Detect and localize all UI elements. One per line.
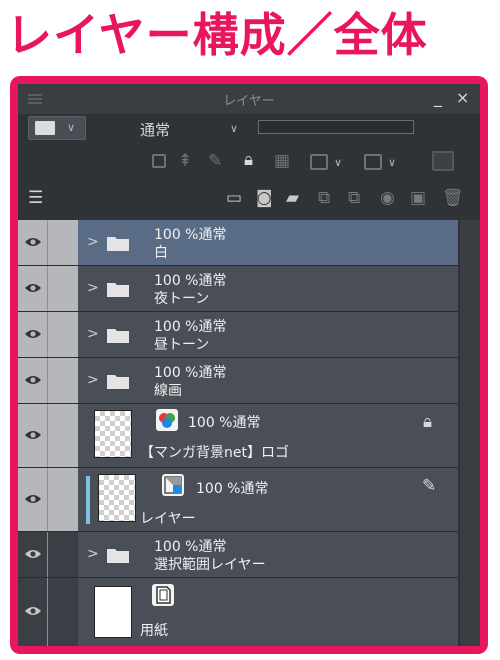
combine-lower-icon[interactable]: ⧉	[348, 188, 360, 208]
visibility-eye-icon[interactable]	[24, 605, 42, 617]
layer-row[interactable]: 100 %通常 【マンガ背景net】ロゴ 🔒︎	[18, 404, 458, 468]
layer-opacity-mode: 100 %通常	[188, 415, 261, 431]
layer-opacity-mode: 100 %通常	[154, 273, 227, 289]
expand-arrow-icon[interactable]: >	[87, 326, 99, 342]
layer-list: > 100 %通常 白 > 100 %通常 夜トーン > 100 %通常 昼トー…	[18, 220, 480, 646]
visibility-eye-icon[interactable]	[24, 493, 42, 505]
layer-name: 選択範囲レイヤー	[154, 557, 266, 573]
layer-row[interactable]: > 100 %通常 白	[18, 220, 458, 266]
chevron-down-icon: ∨	[67, 121, 76, 134]
layer-name: レイヤー	[140, 511, 196, 527]
draft-layer-icon[interactable]: ✎	[208, 151, 222, 171]
lock-transparent-icon[interactable]: ▦	[274, 151, 290, 171]
paper-layer-icon	[152, 584, 174, 606]
layer-name: 【マンガ背景net】ロゴ	[140, 445, 289, 461]
layer-color-dropdown[interactable]: ∨	[28, 116, 86, 140]
visibility-eye-icon[interactable]	[24, 236, 42, 248]
reference-layer-icon[interactable]: ⇞	[178, 151, 192, 171]
layer-name: 夜トーン	[154, 291, 210, 307]
layer-opacity-mode: 100 %通常	[154, 539, 227, 555]
visibility-eye-icon[interactable]	[24, 282, 42, 294]
layer-row[interactable]: 用紙	[18, 578, 458, 646]
layer-action-toolbar: ☰ ▭ ◙ ▰ ⧉ ⧉ ◉ ▣ 🗑︎	[18, 182, 480, 216]
expand-arrow-icon[interactable]: >	[87, 280, 99, 296]
transfer-lower-icon[interactable]: ⧉	[318, 188, 330, 208]
raster-layer-icon	[162, 474, 184, 496]
minimize-button[interactable]: _	[434, 89, 442, 107]
opacity-slider[interactable]	[258, 120, 414, 134]
layer-opacity-mode: 100 %通常	[154, 319, 227, 335]
color-swatch	[35, 121, 55, 135]
lock-icon[interactable]: 🔒︎	[423, 412, 432, 432]
delete-layer-icon[interactable]: 🗑︎	[442, 188, 464, 208]
layer-thumbnail	[94, 410, 132, 458]
clip-layer-icon[interactable]	[152, 154, 166, 168]
layer-row[interactable]: 100 %通常 レイヤー ✎	[18, 468, 458, 532]
layer-thumbnail	[98, 474, 136, 522]
visibility-eye-icon[interactable]	[24, 374, 42, 386]
chevron-down-icon[interactable]: ∨	[230, 122, 238, 135]
clip-lower-icon[interactable]: ✎	[422, 476, 436, 496]
blend-mode-select[interactable]: 通常	[140, 119, 170, 140]
layer-opacity-mode: 100 %通常	[154, 227, 227, 243]
visibility-eye-icon[interactable]	[24, 429, 42, 441]
layer-row[interactable]: > 100 %通常 線画	[18, 358, 458, 404]
ruler-enable-icon[interactable]	[364, 154, 382, 170]
blend-toolbar: ∨ 通常 ∨	[18, 114, 480, 142]
chevron-down-icon[interactable]: ∨	[388, 156, 396, 169]
layer-name: 用紙	[140, 623, 168, 639]
layer-name: 線画	[154, 383, 182, 399]
new-vector-layer-icon[interactable]: ◙	[256, 188, 273, 208]
expand-arrow-icon[interactable]: >	[87, 372, 99, 388]
new-folder-icon[interactable]: ▰	[286, 188, 299, 208]
visibility-eye-icon[interactable]	[24, 328, 42, 340]
layer-thumbnail	[94, 586, 132, 638]
lock-icon[interactable]: 🔒︎	[244, 150, 253, 170]
expand-arrow-icon[interactable]: >	[87, 546, 99, 562]
layer-opacity-mode: 100 %通常	[196, 481, 269, 497]
folder-icon	[107, 373, 129, 389]
new-raster-layer-icon[interactable]: ▭	[226, 188, 242, 208]
layer-name: 白	[154, 245, 168, 261]
clipping-indicator	[86, 476, 90, 524]
image-material-icon	[156, 409, 178, 431]
layer-color-icon[interactable]	[432, 151, 454, 171]
panel-titlebar[interactable]: レイヤー _ ×	[18, 84, 480, 114]
layer-row[interactable]: > 100 %通常 選択範囲レイヤー	[18, 532, 458, 578]
create-mask-icon[interactable]: ◉	[380, 188, 395, 208]
folder-icon	[107, 281, 129, 297]
layer-property-toolbar: ⇞ ✎ 🔒︎ ▦ ∨ ∨	[18, 146, 480, 176]
page-heading: レイヤー構成／全体	[6, 8, 428, 62]
list-view-icon[interactable]: ☰	[28, 188, 43, 208]
layer-row[interactable]: > 100 %通常 夜トーン	[18, 266, 458, 312]
chevron-down-icon[interactable]: ∨	[334, 156, 342, 169]
folder-icon	[107, 327, 129, 343]
visibility-eye-icon[interactable]	[24, 548, 42, 560]
apply-mask-icon[interactable]: ▣	[410, 188, 426, 208]
folder-icon	[107, 235, 129, 251]
layer-name: 昼トーン	[154, 337, 210, 353]
panel-title: レイヤー	[223, 94, 275, 109]
expand-arrow-icon[interactable]: >	[87, 234, 99, 250]
layer-opacity-mode: 100 %通常	[154, 365, 227, 381]
folder-icon	[107, 547, 129, 563]
close-button[interactable]: ×	[456, 89, 469, 107]
layer-panel: レイヤー _ × ∨ 通常 ∨ ⇞ ✎ 🔒︎ ▦ ∨ ∨ ☰ ▭ ◙ ▰ ⧉ ⧉…	[18, 84, 480, 646]
layer-list-scrollbar[interactable]	[460, 220, 480, 646]
mask-enable-icon[interactable]	[310, 154, 328, 170]
layer-row[interactable]: > 100 %通常 昼トーン	[18, 312, 458, 358]
